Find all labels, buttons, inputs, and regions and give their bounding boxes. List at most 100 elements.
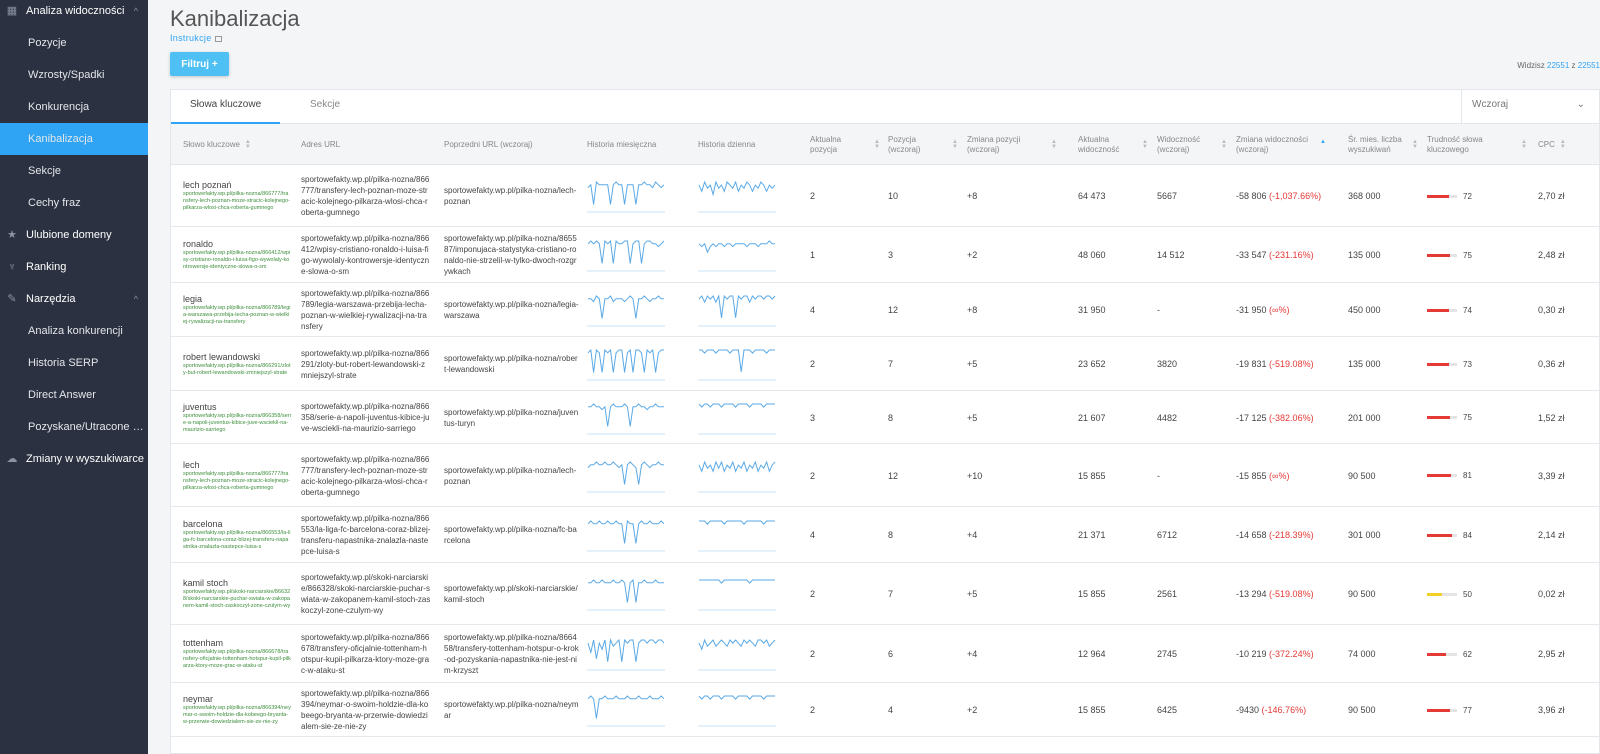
keyword-url[interactable]: sportowefakty.wp.pl/pilka-nozna/866394/n… (183, 705, 291, 726)
tab-sections[interactable]: Sekcje (291, 90, 359, 124)
previous-url-cell[interactable]: sportowefakty.wp.pl/pilka-nozna/fc-barce… (444, 507, 579, 563)
keyword-name[interactable]: neymar (183, 694, 291, 704)
keyword-url[interactable]: sportowefakty.wp.pl/pilka-nozna/866777/t… (183, 471, 291, 492)
keyword-url[interactable]: sportowefakty.wp.pl/pilka-nozna/866789/l… (183, 305, 291, 326)
url-cell[interactable]: sportowefakty.wp.pl/pilka-nozna/866678/t… (301, 625, 431, 683)
sort-icon[interactable]: ▲ ▼ (1051, 139, 1057, 150)
sidebar-item-1[interactable]: Pozycje (0, 27, 148, 59)
sidebar-item-0[interactable]: ▦ Analiza widoczności ^ (0, 0, 148, 27)
previous-url-cell[interactable]: sportowefakty.wp.pl/pilka-nozna/865587/i… (444, 227, 579, 283)
sort-icon[interactable]: ▲ ▼ (245, 139, 251, 150)
keyword-name[interactable]: robert lewandowski (183, 352, 291, 362)
visibility-change-value: -14 658 (1236, 530, 1267, 540)
sidebar-item-10[interactable]: Analiza konkurencji (0, 315, 148, 347)
sidebar-item-6[interactable]: Cechy fraz (0, 187, 148, 219)
column-header-vis_change[interactable]: Zmiana widoczności (wczoraj) ▲ (1236, 124, 1326, 165)
sparkline-line (699, 520, 775, 525)
sort-icon[interactable]: ▲ ▼ (1560, 139, 1566, 150)
previous-url-cell[interactable]: sportowefakty.wp.pl/skoki-narciarskie/ka… (444, 563, 579, 625)
url-text: sportowefakty.wp.pl/pilka-nozna/866412/w… (301, 234, 430, 276)
chevron-up-icon[interactable]: ^ (134, 294, 138, 304)
sidebar-item-9[interactable]: ✎ Narzędzia ^ (0, 283, 148, 315)
sort-icon[interactable]: ▲ (1320, 139, 1326, 150)
previous-url-cell[interactable]: sportowefakty.wp.pl/pilka-nozna/neymar (444, 683, 579, 737)
keyword-url[interactable]: sportowefakty.wp.pl/pilka-nozna/866777/t… (183, 191, 291, 212)
sidebar-item-label: Wzrosty/Spadki (28, 69, 105, 81)
column-header-cpc[interactable]: CPC ▲ ▼ (1538, 124, 1598, 165)
keyword-url[interactable]: sportowefakty.wp.pl/pilka-nozna/866553/l… (183, 530, 291, 551)
sort-icon[interactable]: ▲ ▼ (1412, 139, 1418, 150)
difficulty-cell: 72 (1427, 165, 1472, 227)
keyword-name[interactable]: tottenham (183, 638, 291, 648)
url-cell[interactable]: sportowefakty.wp.pl/pilka-nozna/866394/n… (301, 683, 431, 737)
column-header-difficulty[interactable]: Trudność słowa kluczowego ▲ ▼ (1427, 124, 1527, 165)
column-header-pos_y[interactable]: Pozycja (wczoraj) ▲ ▼ (888, 124, 958, 165)
tab-keywords[interactable]: Słowa kluczowe (171, 90, 281, 124)
sidebar-item-14[interactable]: ☁ Zmiany w wyszukiwarce (0, 443, 148, 475)
url-cell[interactable]: sportowefakty.wp.pl/pilka-nozna/866789/l… (301, 283, 431, 337)
url-cell[interactable]: sportowefakty.wp.pl/pilka-nozna/866412/w… (301, 227, 431, 283)
instructions-link[interactable]: Instrukcje (170, 33, 222, 43)
column-header-vis_y[interactable]: Widoczność (wczoraj) ▲ ▼ (1157, 124, 1227, 165)
keyword-url[interactable]: sportowefakty.wp.pl/pilka-nozna/866678/t… (183, 649, 291, 670)
keyword-name[interactable]: barcelona (183, 519, 291, 529)
sort-icon[interactable]: ▲ ▼ (1221, 139, 1227, 150)
url-cell[interactable]: sportowefakty.wp.pl/pilka-nozna/866291/z… (301, 337, 431, 391)
cpc-cell: 2,48 zł (1538, 250, 1565, 260)
keyword-name[interactable]: ronaldo (183, 239, 291, 249)
previous-url-cell[interactable]: sportowefakty.wp.pl/pilka-nozna/866458/t… (444, 625, 579, 683)
sidebar-item-12[interactable]: Direct Answer (0, 379, 148, 411)
previous-url-cell[interactable]: sportowefakty.wp.pl/pilka-nozna/lech-poz… (444, 444, 579, 507)
vis-y-cell: - (1157, 470, 1160, 481)
sort-icon[interactable]: ▲ ▼ (1521, 139, 1527, 150)
daily-history-chart (698, 577, 776, 616)
sidebar-item-7[interactable]: ★ Ulubione domeny (0, 219, 148, 251)
chevron-up-icon[interactable]: ^ (134, 6, 138, 16)
date-select[interactable]: Wczoraj ⌄ (1461, 90, 1599, 124)
vis-cell: 21 371 (1078, 530, 1106, 540)
column-header-label: Historia miesięczna (587, 139, 657, 149)
cpc-cell: 2,95 zł (1538, 649, 1565, 659)
sort-icon[interactable]: ▲ ▼ (1142, 139, 1148, 150)
keyword-name[interactable]: lech (183, 460, 291, 470)
previous-url-cell[interactable]: sportowefakty.wp.pl/pilka-nozna/robert-l… (444, 337, 579, 391)
url-cell[interactable]: sportowefakty.wp.pl/pilka-nozna/866553/l… (301, 507, 431, 563)
previous-url-cell[interactable]: sportowefakty.wp.pl/pilka-nozna/lech-poz… (444, 165, 579, 227)
url-text: sportowefakty.wp.pl/pilka-nozna/866553/l… (301, 514, 431, 556)
volume-cell: 90 500 (1348, 705, 1376, 715)
column-header-keyword[interactable]: Słowo kluczowe ▲ ▼ (183, 124, 283, 165)
url-cell[interactable]: sportowefakty.wp.pl/pilka-nozna/866358/s… (301, 391, 431, 444)
sidebar-item-8[interactable]: ♆ Ranking (0, 251, 148, 283)
sidebar-item-11[interactable]: Historia SERP (0, 347, 148, 379)
sidebar-item-13[interactable]: Pozyskane/Utracone sło... (0, 411, 148, 443)
filter-button[interactable]: Filtruj + (170, 52, 229, 76)
url-cell[interactable]: sportowefakty.wp.pl/skoki-narciarskie/86… (301, 563, 431, 625)
column-header-pos_change[interactable]: Zmiana pozycji (wczoraj) ▲ ▼ (967, 124, 1057, 165)
sort-icon[interactable]: ▲ ▼ (874, 139, 880, 150)
keyword-name[interactable]: juventus (183, 402, 291, 412)
keyword-name[interactable]: kamil stoch (183, 578, 291, 588)
url-text: sportowefakty.wp.pl/pilka-nozna/fc-barce… (444, 525, 577, 545)
sidebar-item-4[interactable]: Kanibalizacja (0, 123, 148, 155)
difficulty-cell: 75 (1427, 227, 1472, 283)
url-cell[interactable]: sportowefakty.wp.pl/pilka-nozna/866777/t… (301, 165, 431, 227)
keyword-url[interactable]: sportowefakty.wp.pl/pilka-nozna/866291/z… (183, 363, 291, 377)
pos-change-cell: +5 (967, 359, 978, 369)
previous-url-cell[interactable]: sportowefakty.wp.pl/pilka-nozna/legia-wa… (444, 283, 579, 337)
url-cell[interactable]: sportowefakty.wp.pl/pilka-nozna/866777/t… (301, 444, 431, 507)
sidebar-item-5[interactable]: Sekcje (0, 155, 148, 187)
column-header-vis[interactable]: Aktualna widoczność ▲ ▼ (1078, 124, 1148, 165)
keyword-url[interactable]: sportowefakty.wp.pl/skoki-narciarskie/86… (183, 589, 291, 610)
column-header-pos[interactable]: Aktualna pozycja ▲ ▼ (810, 124, 880, 165)
keyword-url[interactable]: sportowefakty.wp.pl/pilka-nozna/866412/w… (183, 250, 291, 271)
cpc-cell: 2,70 zł (1538, 191, 1565, 201)
sort-icon[interactable]: ▲ ▼ (952, 139, 958, 150)
sidebar-item-3[interactable]: Konkurencja (0, 91, 148, 123)
keyword-name[interactable]: lech poznań (183, 180, 291, 190)
sidebar-item-2[interactable]: Wzrosty/Spadki (0, 59, 148, 91)
keyword-name[interactable]: legia (183, 294, 291, 304)
column-header-volume[interactable]: Śr. mies. liczba wyszukiwań ▲ ▼ (1348, 124, 1418, 165)
pos-cell: 4 (810, 305, 816, 315)
previous-url-cell[interactable]: sportowefakty.wp.pl/pilka-nozna/juventus… (444, 391, 579, 444)
keyword-url[interactable]: sportowefakty.wp.pl/pilka-nozna/866358/s… (183, 413, 291, 434)
